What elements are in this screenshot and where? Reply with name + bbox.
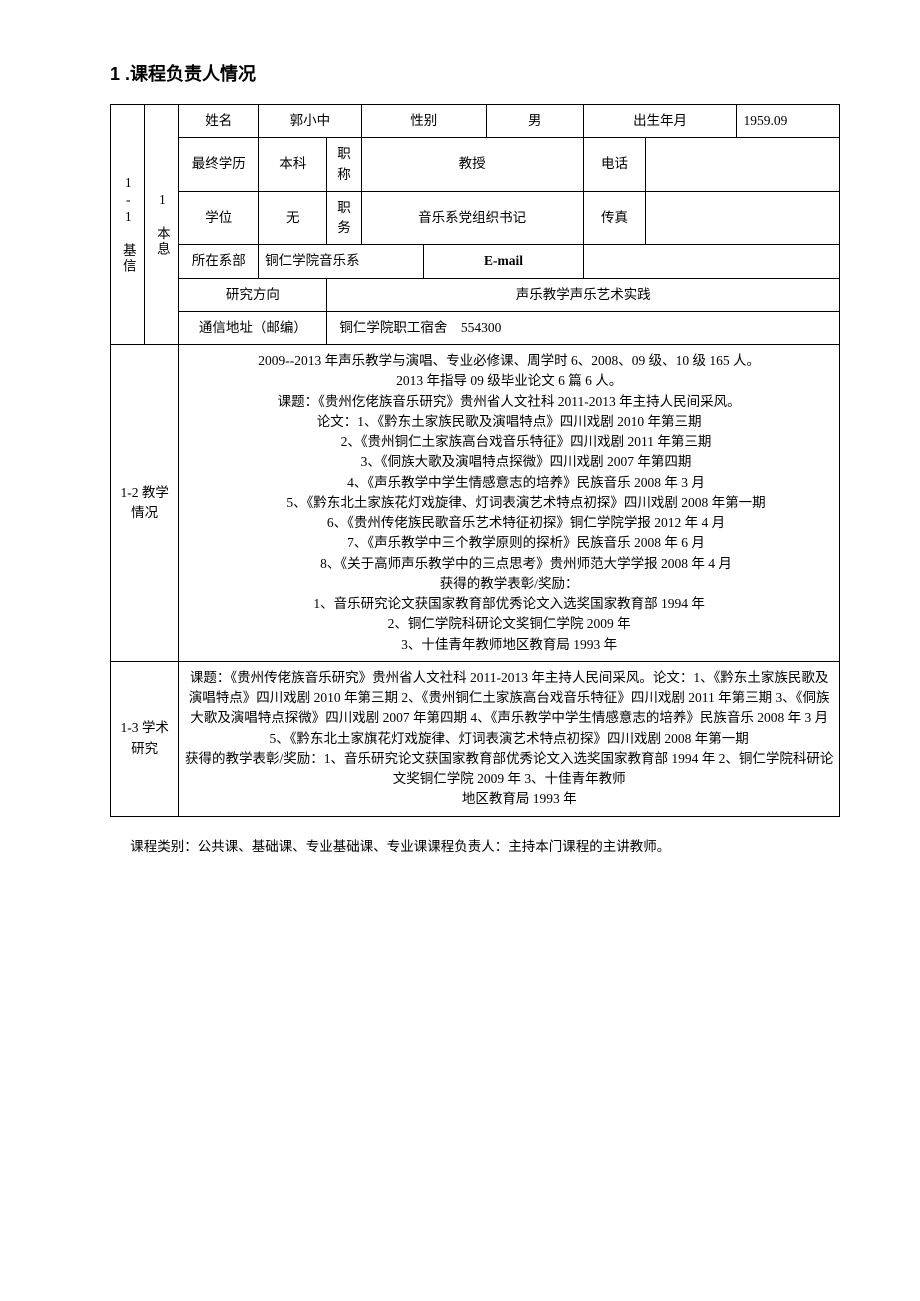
section-1-3-label: 1-3 学术研究 xyxy=(111,661,179,816)
email-value xyxy=(583,245,839,278)
fax-value xyxy=(646,191,840,245)
research-label: 研究方向 xyxy=(179,278,327,311)
birth-value: 1959.09 xyxy=(737,105,840,138)
phone-value xyxy=(646,138,840,192)
s12-line: 3、《侗族大歌及演唱特点探微》四川戏剧 2007 年第四期 xyxy=(183,452,835,472)
birth-label: 出生年月 xyxy=(583,105,737,138)
email-label: E-mail xyxy=(424,245,583,278)
dept-label: 所在系部 xyxy=(179,245,259,278)
fax-label: 传真 xyxy=(583,191,646,245)
footnote: 课程类别：公共课、基础课、专业基础课、专业课课程负责人：主持本门课程的主讲教师。 xyxy=(110,835,840,855)
s12-line: 3、十佳青年教师地区教育局 1993 年 xyxy=(401,637,617,652)
gender-value: 男 xyxy=(486,105,583,138)
degree-label: 学位 xyxy=(179,191,259,245)
edu-label: 最终学历 xyxy=(179,138,259,192)
position-label: 职务 xyxy=(327,191,361,245)
section-1-1-label-b: 1 本息 xyxy=(145,105,179,345)
s13-text-b: 获得的教学表彰/奖励：1、音乐研究论文获国家教育部优秀论文入选奖国家教育部 19… xyxy=(185,751,833,786)
name-value: 郭小中 xyxy=(259,105,362,138)
position-value: 音乐系党组织书记 xyxy=(361,191,583,245)
s12-line: 2、铜仁学院科研论文奖铜仁学院 2009 年 xyxy=(388,616,631,631)
form-table: 1-1 基信 1 本息 姓名 郭小中 性别 男 出生年月 1959.09 最终学… xyxy=(110,104,840,817)
s12-line: 论文：1、《黔东土家族民歌及演唱特点》四川戏剧 2010 年第三期 xyxy=(317,414,702,429)
gender-label: 性别 xyxy=(361,105,486,138)
s12-line: 2、《贵州铜仁土家族高台戏音乐特征》四川戏剧 2011 年第三期 xyxy=(183,432,835,452)
edu-value: 本科 xyxy=(259,138,327,192)
name-label: 姓名 xyxy=(179,105,259,138)
section-1-2-label: 1-2 教学情况 xyxy=(111,345,179,662)
section-1-2-content: 2009--2013 年声乐教学与演唱、专业必修课、周学时 6、2008、09 … xyxy=(179,345,840,662)
research-value: 声乐教学声乐艺术实践 xyxy=(327,278,840,311)
s12-line: 7、《声乐教学中三个教学原则的探析》民族音乐 2008 年 6 月 xyxy=(183,533,835,553)
s12-line: 2013 年指导 09 级毕业论文 6 篇 6 人。 xyxy=(396,373,622,388)
s13-text-a: 课题：《贵州传佬族音乐研究》贵州省人文社科 2011-2013 年主持人民间采风… xyxy=(189,670,830,746)
page-title: 1 .课程负责人情况 xyxy=(110,60,840,86)
s12-line: 5、《黔东北土家族花灯戏旋律、灯词表演艺术特点初探》四川戏剧 2008 年第一期 xyxy=(183,493,835,513)
title-value: 教授 xyxy=(361,138,583,192)
phone-label: 电话 xyxy=(583,138,646,192)
s12-line: 获得的教学表彰/奖励： xyxy=(440,576,579,591)
addr-label: 通信地址（邮编） xyxy=(179,311,327,344)
section-1-3-content: 课题：《贵州传佬族音乐研究》贵州省人文社科 2011-2013 年主持人民间采风… xyxy=(179,661,840,816)
title-label: 职称 xyxy=(327,138,361,192)
s12-line: 8、《关于高师声乐教学中的三点思考》贵州师范大学学报 2008 年 4 月 xyxy=(183,554,835,574)
s12-line: 4、《声乐教学中学生情感意志的培养》民族音乐 2008 年 3 月 xyxy=(183,473,835,493)
s12-line: 6、《贵州传佬族民歌音乐艺术特征初探》铜仁学院学报 2012 年 4 月 xyxy=(183,513,835,533)
dept-value: 铜仁学院音乐系 xyxy=(259,245,424,278)
s12-line: 1、音乐研究论文获国家教育部优秀论文入选奖国家教育部 1994 年 xyxy=(313,596,705,611)
s13-text-c: 地区教育局 1993 年 xyxy=(442,789,577,809)
section-1-1-label-a: 1-1 基信 xyxy=(111,105,145,345)
addr-value: 铜仁学院职工宿舍 554300 xyxy=(327,311,840,344)
degree-value: 无 xyxy=(259,191,327,245)
s12-line: 课题：《贵州仡佬族音乐研究》贵州省人文社科 2011-2013 年主持人民间采风… xyxy=(278,394,741,409)
s12-line: 2009--2013 年声乐教学与演唱、专业必修课、周学时 6、2008、09 … xyxy=(258,353,760,368)
